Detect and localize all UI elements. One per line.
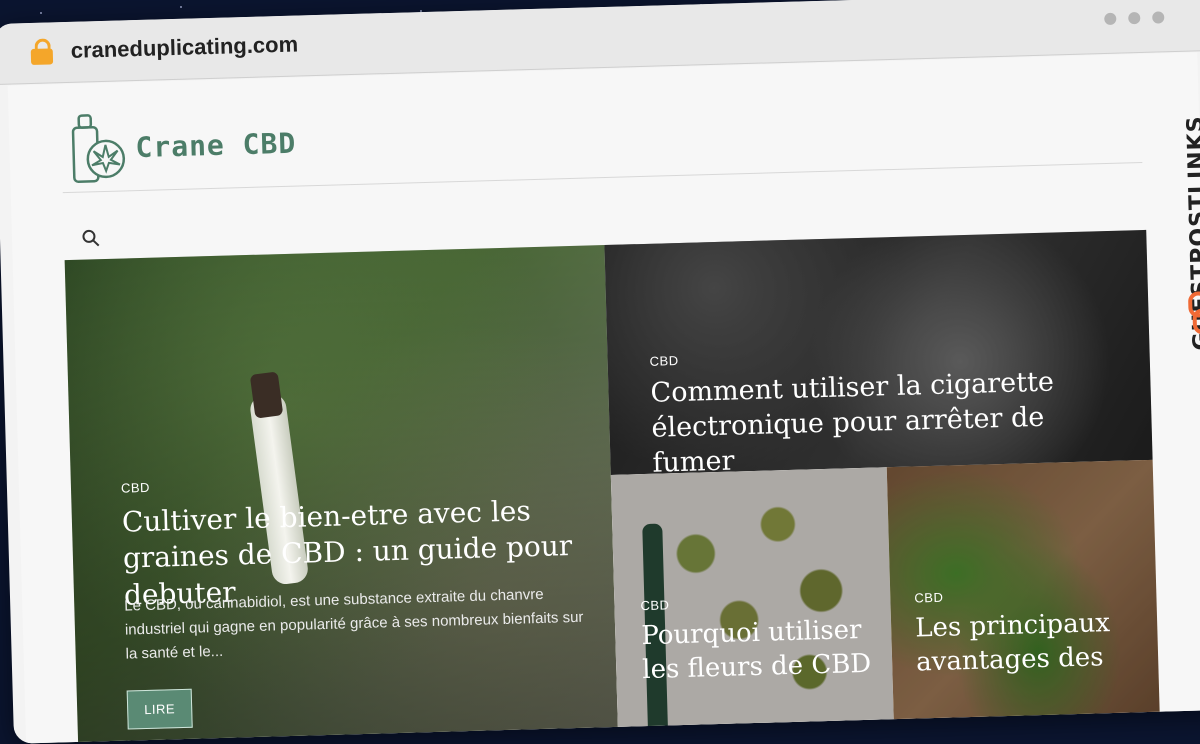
search-icon[interactable] bbox=[82, 229, 100, 247]
menu-dot-icon[interactable] bbox=[1104, 12, 1117, 25]
web-page: Crane CBD CBD Cultiver le bien-etre avec… bbox=[7, 52, 1200, 744]
address-bar[interactable]: craneduplicating.com bbox=[70, 32, 298, 64]
site-name: Crane CBD bbox=[135, 126, 297, 164]
link-icon bbox=[1188, 291, 1200, 335]
menu-dot-icon[interactable] bbox=[1152, 11, 1165, 24]
featured-grid: CBD Cultiver le bien-etre avec les grain… bbox=[64, 229, 1161, 744]
menu-dot-icon[interactable] bbox=[1128, 11, 1141, 25]
site-logo[interactable]: Crane CBD bbox=[69, 108, 298, 184]
category-label[interactable]: CBD bbox=[649, 353, 678, 369]
window-controls[interactable] bbox=[1104, 11, 1165, 25]
browser-window: craneduplicating.com Crane CBD CBD Culti… bbox=[0, 0, 1200, 744]
lock-icon bbox=[30, 38, 54, 65]
featured-article-card[interactable]: CBD Cultiver le bien-etre avec les grain… bbox=[64, 245, 619, 744]
article-title[interactable]: Les principaux avantages des bbox=[915, 606, 1147, 680]
read-more-button[interactable]: LIRE bbox=[126, 688, 193, 730]
article-excerpt: Le CBD, ou cannabidiol, est une substanc… bbox=[124, 585, 584, 663]
logo-icon bbox=[71, 114, 126, 183]
article-title[interactable]: Comment utiliser la cigarette électroniq… bbox=[650, 363, 1123, 475]
article-card[interactable]: CBD Pourquoi utiliser les fleurs de CBD bbox=[610, 467, 895, 744]
article-title[interactable]: Pourquoi utiliser les fleurs de CBD bbox=[641, 613, 883, 687]
category-label[interactable]: CBD bbox=[914, 590, 943, 606]
category-label[interactable]: CBD bbox=[121, 480, 150, 496]
category-label[interactable]: CBD bbox=[640, 597, 669, 613]
article-card[interactable]: CBD Comment utiliser la cigarette électr… bbox=[604, 229, 1153, 475]
article-card[interactable]: CBD Les principaux avantages des bbox=[886, 459, 1161, 738]
